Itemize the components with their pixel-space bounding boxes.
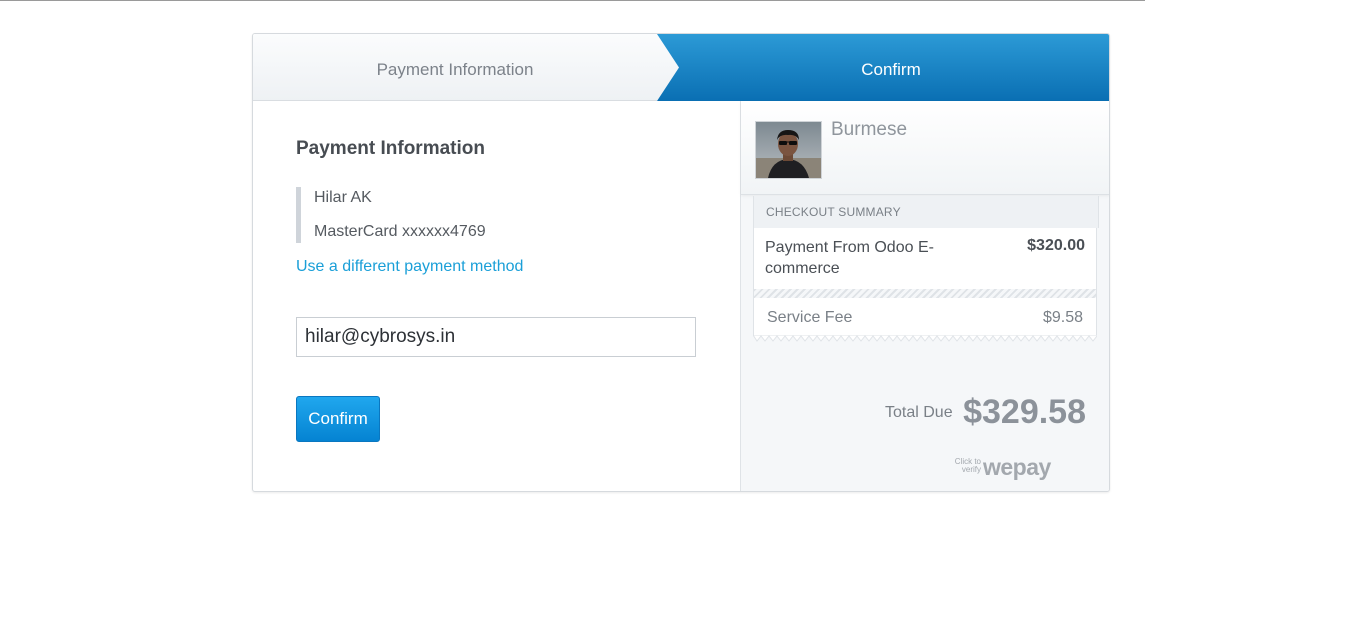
- cardholder-name: Hilar AK: [314, 189, 372, 206]
- payment-section-title: Payment Information: [296, 138, 485, 159]
- line-item-description: Payment From Odoo E-commerce: [765, 239, 934, 277]
- checkout-widget: Payment Information Confirm Payment Info…: [252, 33, 1110, 492]
- service-fee-row: Service Fee $9.58: [753, 298, 1097, 336]
- merchant-avatar: [755, 121, 822, 179]
- checkout-summary: CHECKOUT SUMMARY Payment From Odoo E-com…: [753, 196, 1099, 348]
- step-confirm[interactable]: Confirm: [693, 34, 1089, 101]
- person-photo-icon: [756, 122, 821, 178]
- email-field[interactable]: [296, 317, 696, 357]
- service-fee-label: Service Fee: [767, 309, 853, 326]
- different-payment-method-link[interactable]: Use a different payment method: [296, 258, 523, 276]
- line-item: Payment From Odoo E-commerce $320.00: [753, 228, 1097, 289]
- confirm-button[interactable]: Confirm: [296, 396, 380, 442]
- step-progress-bar: Payment Information Confirm: [253, 34, 1109, 101]
- total-due-amount: $329.58: [963, 393, 1086, 431]
- merchant-header: Burmese: [741, 101, 1109, 195]
- merchant-name: Burmese: [831, 119, 908, 140]
- summary-header: CHECKOUT SUMMARY: [753, 196, 1099, 228]
- line-item-amount: $320.00: [1027, 237, 1085, 254]
- summary-title: CHECKOUT SUMMARY: [766, 205, 901, 219]
- wepay-logo: wepay: [983, 454, 1051, 480]
- total-due-label: Total Due: [885, 404, 953, 421]
- summary-panel: Burmese CHECKOUT SUMMARY Payment From Od…: [740, 101, 1109, 491]
- service-fee-amount: $9.58: [1042, 309, 1083, 326]
- verify-text: Click to verify: [954, 457, 981, 474]
- receipt-tear-edge: [753, 335, 1097, 342]
- summary-divider: [753, 289, 1097, 298]
- wepay-verify-badge[interactable]: Click to verify wepay: [951, 454, 1066, 480]
- step-payment-information[interactable]: Payment Information: [253, 34, 657, 101]
- payment-panel: Payment Information Hilar AK MasterCard …: [253, 101, 740, 491]
- payment-method-details: Hilar AK MasterCard xxxxxx4769: [296, 187, 681, 243]
- card-number: MasterCard xxxxxx4769: [314, 223, 486, 240]
- top-divider: [0, 0, 1145, 1]
